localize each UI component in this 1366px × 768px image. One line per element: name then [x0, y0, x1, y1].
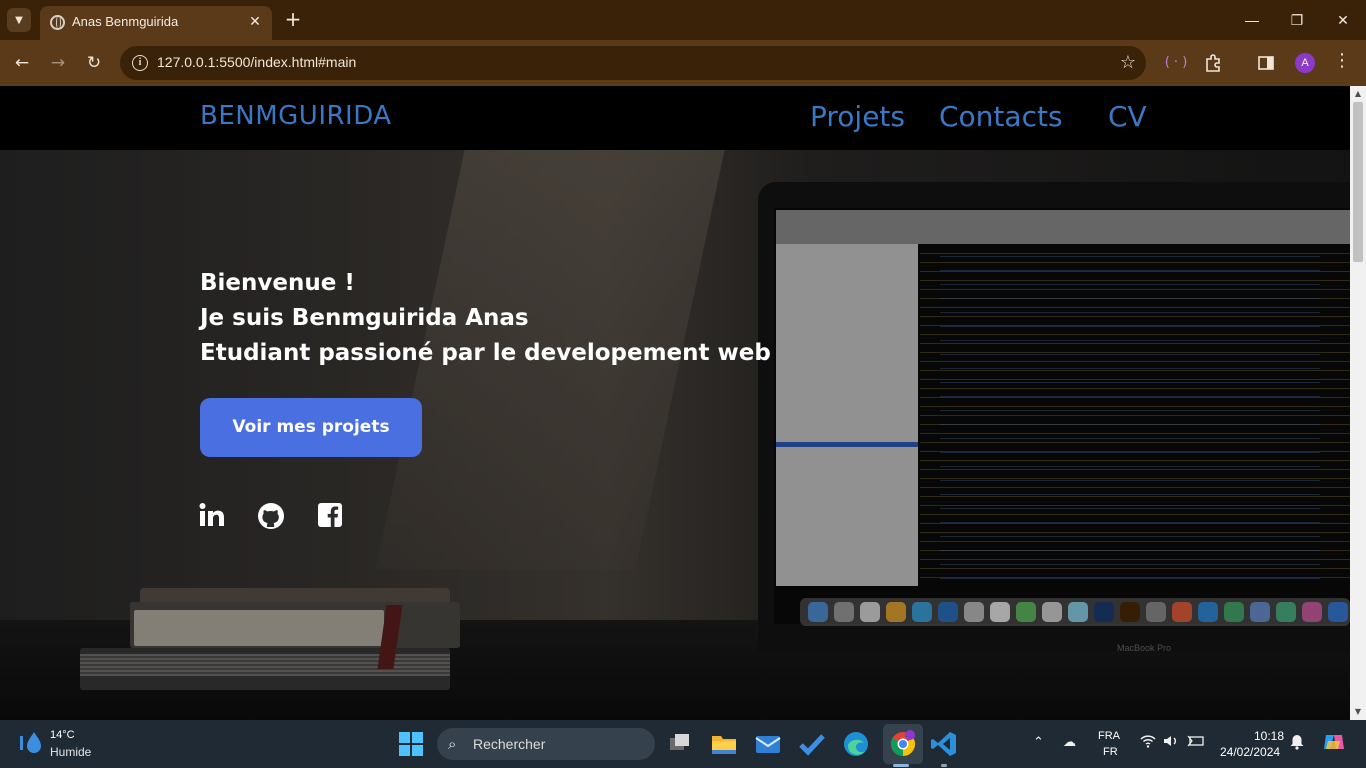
new-tab-button[interactable]: +: [282, 9, 304, 31]
browser-toolbar: ← → ↻ i 127.0.0.1:5500/index.html#main ☆…: [0, 40, 1366, 86]
chrome-running-indicator: [893, 764, 909, 767]
todo-check-icon[interactable]: [798, 730, 826, 758]
back-button[interactable]: ←: [10, 51, 34, 75]
windows-start-icon[interactable]: [399, 732, 423, 756]
site-info-icon[interactable]: i: [132, 55, 148, 71]
keyboard-layout[interactable]: FR: [1103, 746, 1118, 758]
browser-tab[interactable]: Anas Benmguirida ✕: [40, 6, 272, 40]
bookmark-star-icon[interactable]: ☆: [1120, 52, 1136, 73]
tray-overflow-chevron-icon[interactable]: ⌃: [1033, 734, 1044, 750]
profile-avatar[interactable]: A: [1295, 53, 1315, 73]
view-projects-button[interactable]: Voir mes projets: [200, 398, 422, 457]
scroll-thumb[interactable]: [1353, 102, 1363, 262]
task-view-icon[interactable]: [667, 730, 695, 758]
browser-tab-bar: ▼ Anas Benmguirida ✕ + — ❐ ✕: [0, 0, 1366, 40]
scroll-down-arrow-icon[interactable]: ▼: [1350, 705, 1366, 719]
vscode-running-indicator: [941, 764, 947, 767]
weather-description[interactable]: Humide: [50, 745, 91, 759]
hero-section: MacBook Pro Bienvenue ! Je suis Benmguir…: [0, 150, 1350, 720]
tab-close-icon[interactable]: ✕: [246, 13, 264, 31]
nav-link-cv[interactable]: CV: [1108, 100, 1147, 133]
extension-brackets-icon[interactable]: ( · ): [1164, 51, 1188, 75]
input-language[interactable]: FRA: [1098, 730, 1120, 742]
cloud-offline-icon[interactable]: ☁: [1063, 734, 1076, 750]
url-text[interactable]: 127.0.0.1:5500/index.html#main: [157, 54, 356, 70]
tab-title: Anas Benmguirida: [72, 14, 179, 29]
search-icon: ⌕: [448, 735, 457, 753]
side-panel-icon[interactable]: [1254, 51, 1278, 75]
chrome-browser-icon[interactable]: [889, 730, 917, 758]
github-icon[interactable]: [257, 502, 285, 530]
tab-search-chevron-icon[interactable]: ▼: [7, 8, 31, 32]
wifi-icon[interactable]: [1140, 734, 1156, 751]
linkedin-icon[interactable]: [199, 502, 227, 530]
nav-link-projets[interactable]: Projets: [810, 100, 905, 133]
edge-browser-icon[interactable]: [842, 730, 870, 758]
hero-greeting: Bienvenue !: [200, 270, 355, 296]
scroll-up-arrow-icon[interactable]: ▲: [1350, 87, 1366, 101]
file-explorer-icon[interactable]: [710, 730, 738, 758]
browser-menu-icon[interactable]: ⋮: [1330, 51, 1354, 75]
site-header: BENMGUIRIDA Projets Contacts CV: [0, 86, 1350, 150]
weather-rain-icon[interactable]: [18, 730, 44, 756]
taskbar-search-placeholder: Rechercher: [473, 736, 546, 752]
copilot-icon[interactable]: [1322, 731, 1346, 756]
address-bar[interactable]: i 127.0.0.1:5500/index.html#main ☆: [120, 46, 1146, 80]
taskbar-search[interactable]: ⌕ Rechercher: [437, 728, 655, 760]
globe-icon: [50, 15, 65, 30]
mail-icon[interactable]: [754, 730, 782, 758]
clock-date[interactable]: 24/02/2024: [1220, 745, 1280, 759]
volume-icon[interactable]: [1163, 734, 1179, 751]
page-viewport: BENMGUIRIDA Projets Contacts CV MacBook …: [0, 86, 1350, 720]
site-brand[interactable]: BENMGUIRIDA: [200, 101, 392, 131]
vscode-icon[interactable]: [930, 730, 958, 758]
facebook-icon[interactable]: [317, 502, 345, 530]
battery-icon[interactable]: [1187, 734, 1205, 751]
maximize-button[interactable]: ❐: [1284, 8, 1310, 32]
windows-taskbar: 14°C Humide ⌕ Rechercher ⌃ ☁ FRA FR 10:1…: [0, 720, 1366, 768]
forward-button[interactable]: →: [46, 51, 70, 75]
notification-bell-icon[interactable]: [1290, 734, 1304, 753]
hero-tagline: Etudiant passioné par le developement we…: [200, 340, 771, 366]
weather-temperature[interactable]: 14°C: [50, 729, 75, 741]
clock-time[interactable]: 10:18: [1254, 729, 1284, 743]
reload-button[interactable]: ↻: [82, 51, 106, 75]
nav-link-contacts[interactable]: Contacts: [939, 100, 1063, 133]
page-scrollbar[interactable]: ▲ ▼: [1350, 86, 1366, 720]
minimize-button[interactable]: —: [1239, 8, 1265, 32]
close-window-button[interactable]: ✕: [1330, 8, 1356, 32]
hero-name: Je suis Benmguirida Anas: [200, 305, 529, 331]
extensions-puzzle-icon[interactable]: [1201, 51, 1225, 75]
